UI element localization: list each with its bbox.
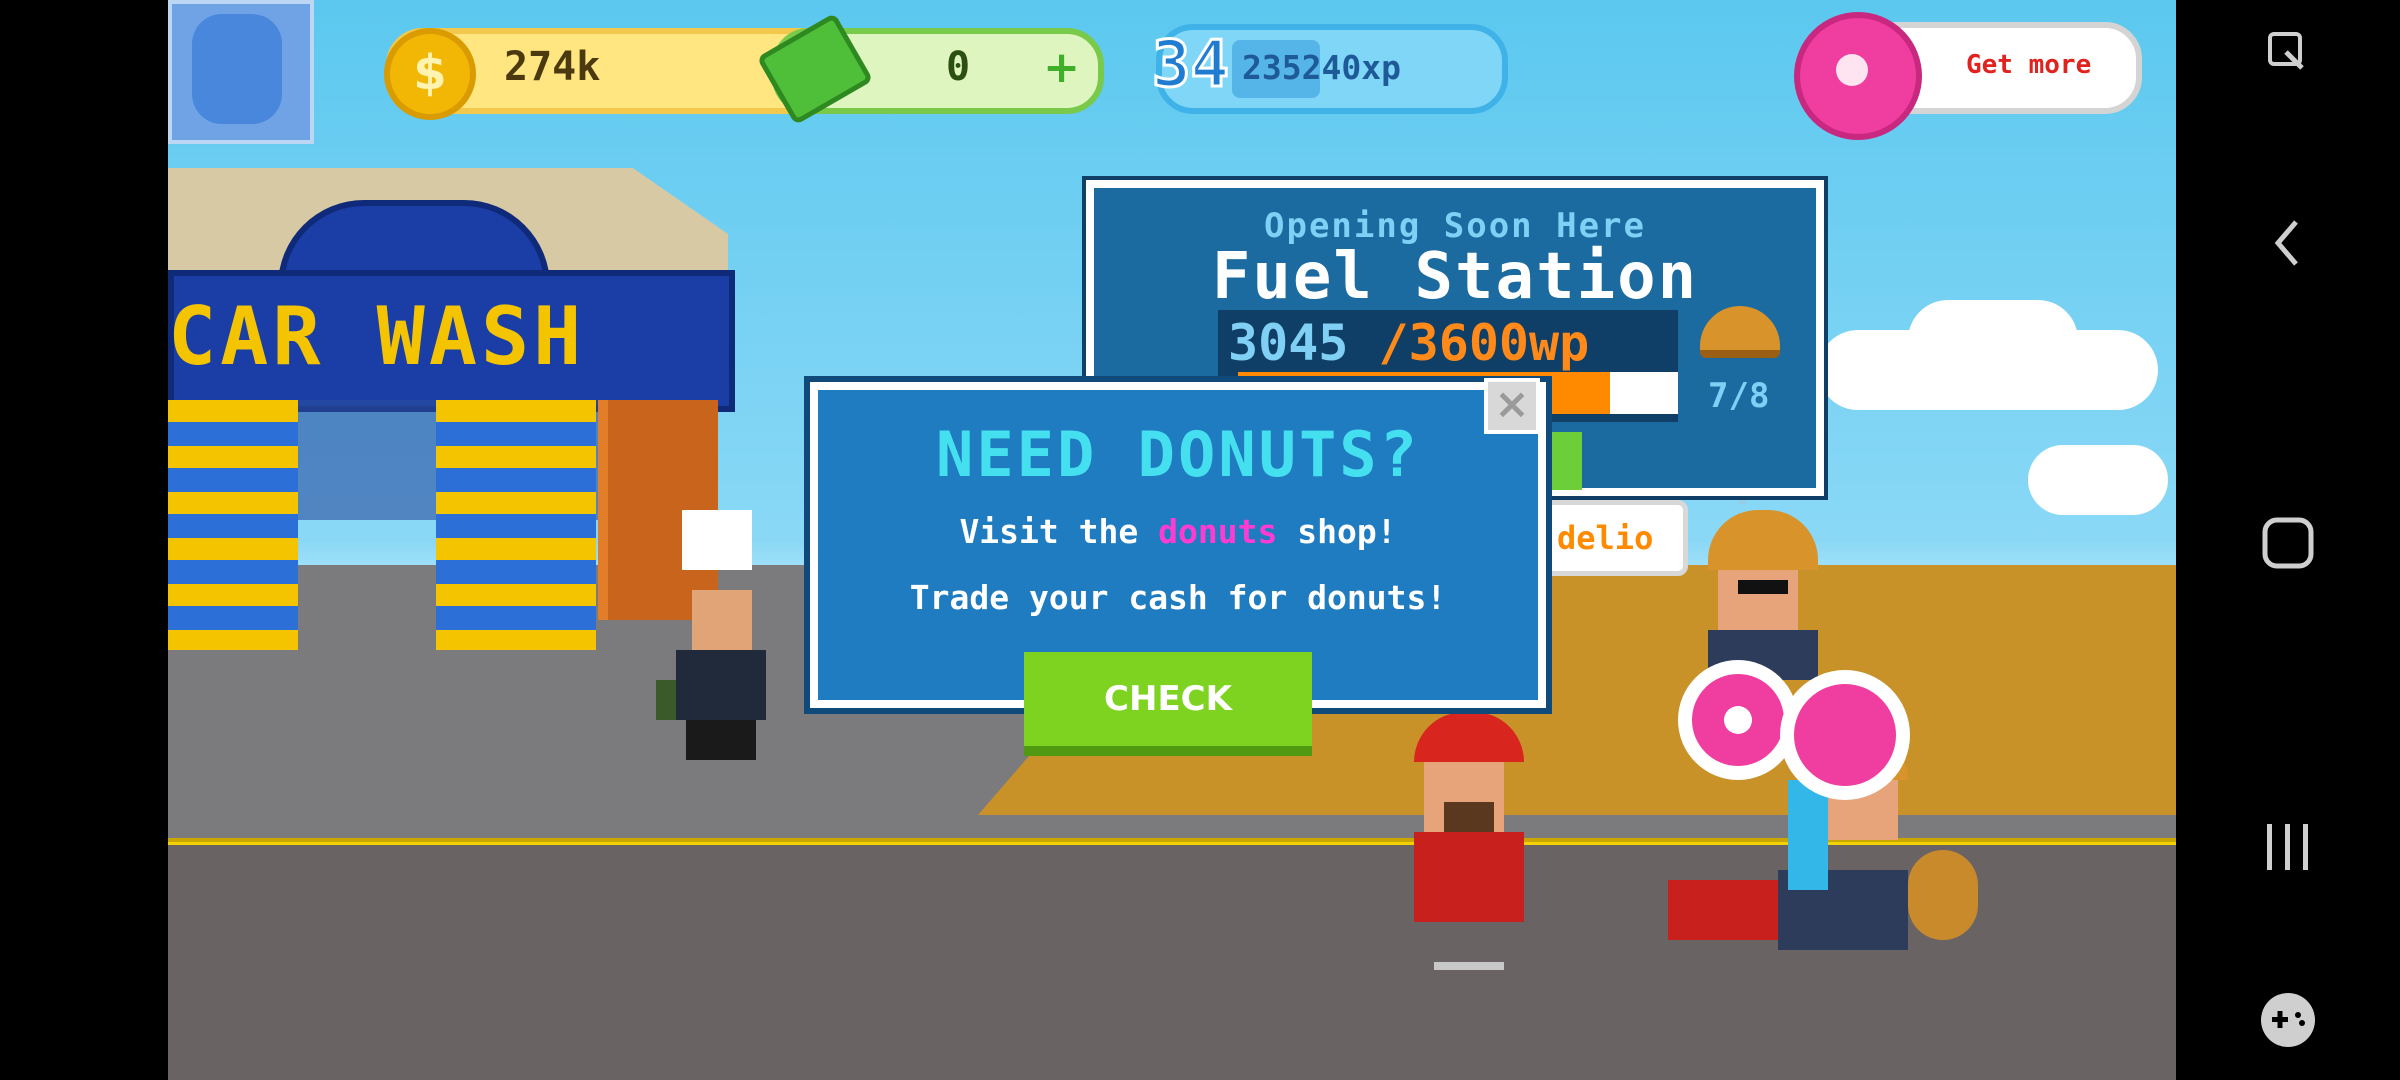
character-with-cow[interactable] bbox=[656, 510, 786, 770]
player-avatar[interactable] bbox=[168, 0, 314, 144]
character-sunglasses[interactable] bbox=[1698, 510, 1828, 680]
wp-max: /3600wp bbox=[1348, 314, 1590, 372]
car-wash-sign-text: CAR WASH bbox=[168, 290, 586, 383]
donut-bubble[interactable] bbox=[1678, 660, 1798, 780]
visit-prefix: Visit the bbox=[959, 512, 1159, 551]
fuel-station-title: Fuel Station bbox=[1211, 240, 1699, 314]
wp-progress-text: 3045 /3600wp bbox=[1228, 314, 1589, 372]
worker-name-tag[interactable]: delio bbox=[1538, 500, 1688, 576]
cash-counter[interactable]: 0 + bbox=[756, 12, 1104, 126]
donut-counter[interactable]: Get more bbox=[1794, 12, 2142, 140]
check-button[interactable]: CHECK bbox=[1024, 652, 1312, 756]
xp-amount: 235240xp bbox=[1242, 48, 1401, 87]
add-cash-button[interactable]: + bbox=[1043, 42, 1080, 93]
system-navigation-bar bbox=[2176, 0, 2400, 1080]
back-icon[interactable] bbox=[2268, 218, 2308, 268]
car-wash-brush bbox=[168, 400, 298, 650]
coin-amount: 274k bbox=[504, 44, 601, 90]
worker-name: delio bbox=[1557, 519, 1654, 557]
worker-count: 7/8 bbox=[1708, 376, 1770, 416]
wp-current: 3045 bbox=[1228, 314, 1349, 372]
avatar-sprite-icon bbox=[192, 14, 282, 124]
game-viewport[interactable]: CAR WASH 1 bbox=[168, 0, 2176, 1080]
donut-icon bbox=[1794, 12, 1922, 140]
dialog-message-trade: Trade your cash for donuts! bbox=[909, 578, 1447, 617]
donuts-link[interactable]: donuts bbox=[1158, 512, 1277, 551]
close-dialog-button[interactable]: × bbox=[1484, 378, 1540, 434]
screen-lock-icon[interactable] bbox=[2266, 30, 2310, 74]
coin-icon: $ bbox=[384, 28, 476, 120]
recents-icon[interactable] bbox=[2263, 820, 2313, 874]
cloud bbox=[2028, 445, 2168, 515]
cash-amount: 0 bbox=[946, 44, 971, 90]
car-wash-brush bbox=[436, 400, 596, 650]
visit-suffix: shop! bbox=[1277, 512, 1397, 551]
dialog-message-visit: Visit the donuts shop! bbox=[818, 512, 1538, 551]
gamepad-icon[interactable] bbox=[2258, 990, 2318, 1050]
donut-bubble[interactable] bbox=[1780, 670, 1910, 800]
get-more-donuts-button[interactable]: Get more bbox=[1966, 50, 2091, 80]
cloud bbox=[1908, 300, 2078, 390]
home-icon[interactable] bbox=[2261, 516, 2315, 570]
xp-counter[interactable]: 34 235240xp bbox=[1150, 24, 1508, 114]
player-level: 34 bbox=[1150, 27, 1230, 104]
dialog-title: NEED DONUTS? bbox=[936, 418, 1420, 491]
character-red-helmet[interactable] bbox=[1404, 712, 1534, 972]
